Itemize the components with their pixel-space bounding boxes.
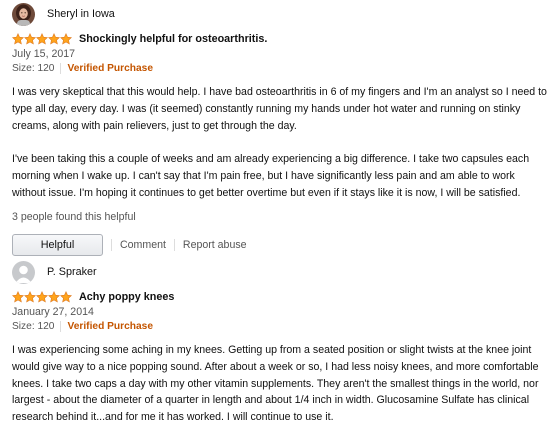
reviewer-name[interactable]: P. Spraker (47, 266, 97, 278)
verified-purchase-badge: Verified Purchase (67, 63, 153, 74)
star-icon (60, 291, 72, 303)
star-icon (24, 33, 36, 45)
star-rating[interactable] (12, 33, 72, 45)
review-body: I was very skeptical that this would hel… (12, 84, 547, 202)
divider (60, 63, 62, 74)
review-paragraph: I was very skeptical that this would hel… (12, 86, 547, 132)
review: Sheryl in Iowa Shockingly helpful for os… (12, 2, 547, 256)
review-meta: Size: 120 Verified Purchase (12, 62, 547, 75)
star-icon (48, 33, 60, 45)
star-icon (36, 33, 48, 45)
review-body: I was experiencing some aching in my kne… (12, 342, 547, 426)
review-date: July 15, 2017 (12, 48, 76, 60)
review-title[interactable]: Shockingly helpful for osteoarthritis. (79, 33, 267, 45)
divider (60, 321, 62, 332)
divider (173, 238, 175, 251)
helpful-button[interactable]: Helpful (12, 233, 103, 256)
size-option[interactable]: Size: 120 (12, 320, 54, 333)
review: P. Spraker Achy poppy knees January 27, … (12, 260, 547, 426)
default-user-avatar-icon[interactable] (12, 260, 35, 284)
report-abuse-link[interactable]: Report abuse (183, 239, 247, 251)
user-photo-avatar-icon[interactable] (12, 2, 35, 26)
star-icon (48, 291, 60, 303)
size-option[interactable]: Size: 120 (12, 62, 54, 75)
divider (111, 238, 112, 251)
reviewer-profile[interactable]: Sheryl in Iowa (12, 2, 547, 26)
reviewer-profile[interactable]: P. Spraker (12, 260, 547, 284)
reviewer-name[interactable]: Sheryl in Iowa (47, 8, 115, 20)
review-title[interactable]: Achy poppy knees (79, 291, 174, 303)
comment-link[interactable]: Comment (120, 239, 166, 251)
star-icon (24, 291, 36, 303)
review-actions: Helpful Comment Report abuse (12, 233, 547, 256)
star-icon (12, 291, 24, 303)
star-icon (12, 33, 24, 45)
review-date: January 27, 2014 (12, 306, 94, 318)
review-paragraph: I've been taking this a couple of weeks … (12, 153, 530, 199)
star-rating[interactable] (12, 291, 72, 303)
verified-purchase-badge: Verified Purchase (67, 321, 153, 332)
helpful-count: 3 people found this helpful (12, 210, 136, 223)
star-icon (60, 33, 72, 45)
review-paragraph: I was experiencing some aching in my kne… (12, 344, 539, 424)
review-meta: Size: 120 Verified Purchase (12, 320, 547, 333)
star-icon (36, 291, 48, 303)
